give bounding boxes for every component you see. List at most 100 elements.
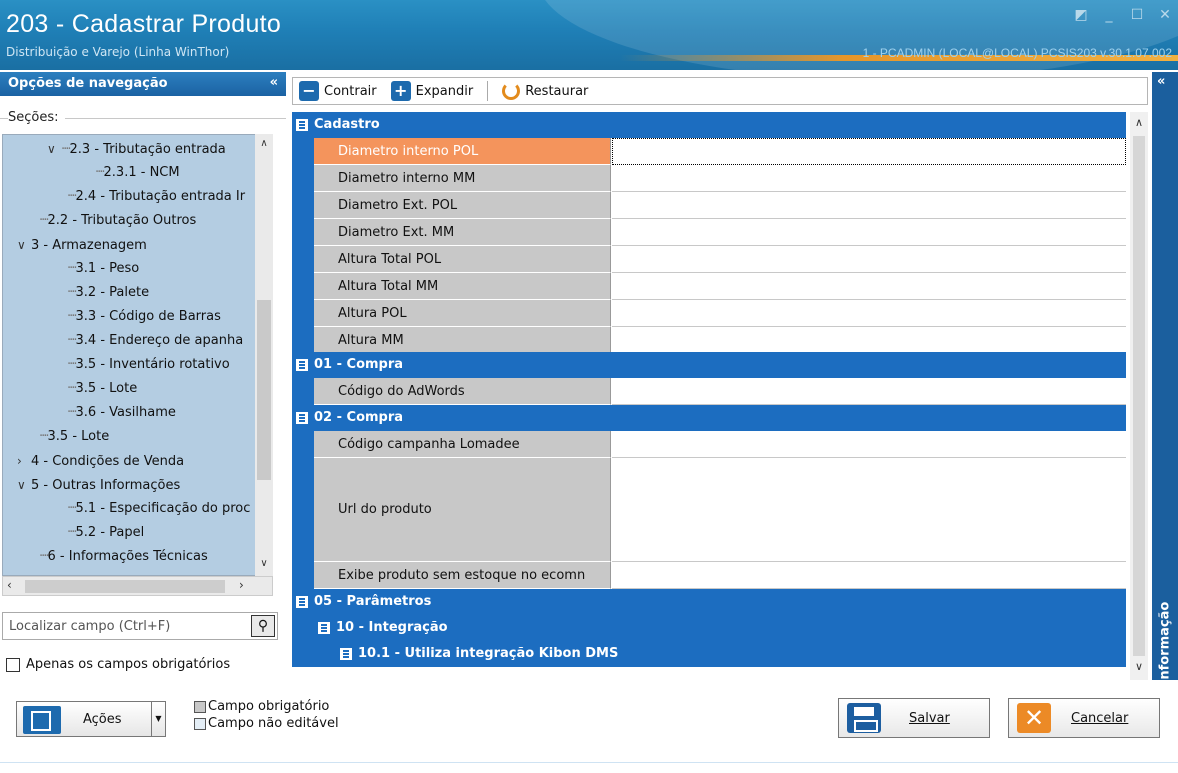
tree-horizontal-scrollbar[interactable]: ‹ › — [2, 576, 273, 596]
collapse-category-icon[interactable] — [296, 596, 308, 608]
scroll-up-icon[interactable]: ∧ — [255, 138, 273, 149]
property-row[interactable]: Url do produto — [292, 458, 1126, 562]
tree-item-label: 4 - Condições de Venda — [31, 454, 185, 469]
cancel-button[interactable]: ✕ Cancelar — [1008, 698, 1160, 738]
tree-item[interactable]: ····2.2 - Tributação Outros — [39, 209, 196, 233]
scroll-left-icon[interactable]: ‹ — [7, 578, 12, 592]
tree-item[interactable]: ····3.6 - Vasilhame — [67, 401, 176, 425]
tree-connector: ···· — [67, 405, 77, 420]
tree-scroll-thumb[interactable] — [257, 300, 271, 480]
property-row[interactable]: Diametro Ext. MM — [292, 219, 1126, 246]
collapse-category-icon[interactable] — [340, 648, 352, 660]
chevron-right-icon[interactable]: › — [17, 449, 31, 473]
tree-item[interactable]: ∨ 3 - Armazenagem — [17, 233, 147, 257]
sections-tree[interactable]: ∨ ····2.3 - Tributação entrada ····2.3.1 -… — [2, 134, 272, 576]
property-label: Altura POL — [314, 300, 611, 327]
property-row[interactable]: Código do AdWords — [292, 378, 1126, 405]
property-value-input[interactable] — [612, 300, 1126, 327]
chevron-down-icon[interactable]: ∨ — [47, 137, 61, 161]
scroll-right-icon[interactable]: › — [239, 578, 244, 592]
chevron-down-icon[interactable]: ∨ — [17, 473, 31, 497]
tree-item[interactable]: ····3.4 - Endereço de apanha — [67, 329, 243, 353]
collapse-category-icon[interactable] — [296, 119, 308, 131]
property-row[interactable]: Altura MM — [292, 327, 1126, 354]
grid-scroll-up-icon[interactable]: ∧ — [1130, 116, 1148, 129]
grid-category[interactable]: 10 - Integração — [292, 615, 1126, 641]
property-value-input[interactable] — [612, 562, 1126, 589]
property-value-input[interactable] — [612, 458, 1126, 562]
grid-category[interactable]: Cadastro — [292, 112, 1126, 138]
property-value-input[interactable] — [612, 327, 1126, 354]
tree-connector: ···· — [67, 501, 77, 516]
tree-connector: ···· — [67, 261, 77, 276]
tree-vertical-scrollbar[interactable]: ∧ ∨ — [255, 134, 273, 576]
property-value-input[interactable] — [612, 378, 1126, 405]
grid-category[interactable]: 05 - Parâmetros — [292, 589, 1126, 615]
actions-button[interactable]: Ações ▼ — [16, 701, 166, 737]
save-button[interactable]: Salvar — [838, 698, 990, 738]
actions-dropdown-icon[interactable]: ▼ — [151, 702, 165, 736]
plus-icon: + — [390, 81, 411, 101]
property-grid[interactable]: Cadastro Diametro interno POL Diametro int… — [292, 112, 1126, 680]
only-required-checkbox-row[interactable]: Apenas os campos obrigatórios — [6, 657, 230, 672]
only-required-checkbox[interactable] — [6, 657, 20, 672]
grid-category[interactable]: 10.1 - Utiliza integração Kibon DMS — [292, 641, 1126, 667]
property-value-input[interactable] — [612, 246, 1126, 273]
property-value-input[interactable] — [612, 165, 1126, 192]
minimize-icon[interactable]: _ — [1102, 8, 1116, 22]
expand-button[interactable]: + Expandir — [390, 81, 473, 101]
tree-item[interactable]: ····2.4 - Tributação entrada Ir — [67, 185, 245, 209]
maximize-icon[interactable]: ☐ — [1130, 8, 1144, 22]
property-row[interactable]: Altura Total MM — [292, 273, 1126, 300]
tree-item[interactable]: ····5.1 - Especificação do proc — [67, 497, 250, 521]
expand-info-icon[interactable]: « — [1157, 74, 1165, 89]
grid-category[interactable]: 02 - Compra — [292, 405, 1126, 431]
property-value-input[interactable] — [612, 138, 1126, 165]
grid-category[interactable]: 01 - Compra — [292, 352, 1126, 378]
tree-item[interactable]: ····3.5 - Lote — [67, 377, 137, 401]
tree-hscroll-thumb[interactable] — [25, 580, 225, 593]
tree-item[interactable]: ····5.2 - Papel — [67, 521, 144, 545]
grid-scroll-down-icon[interactable]: ∨ — [1130, 660, 1148, 673]
tree-item[interactable]: ····2.3.1 - NCM — [95, 161, 180, 185]
property-value-input[interactable] — [612, 431, 1126, 458]
close-icon[interactable]: ✕ — [1158, 8, 1172, 22]
tree-item[interactable]: ∨ ····2.3 - Tributação entrada — [47, 137, 226, 161]
property-row[interactable]: Diametro interno MM — [292, 165, 1126, 192]
window-controls: ◩ _ ☐ ✕ — [1074, 8, 1172, 22]
property-value-input[interactable] — [612, 273, 1126, 300]
tree-item[interactable]: › 4 - Condições de Venda — [17, 449, 184, 473]
collapse-category-icon[interactable] — [318, 622, 330, 634]
property-row[interactable]: Altura POL — [292, 300, 1126, 327]
collapse-button[interactable]: − Contrair — [299, 81, 377, 101]
toolbar-separator — [487, 81, 489, 101]
tree-item[interactable]: ····3.2 - Palete — [67, 281, 149, 305]
scroll-down-icon[interactable]: ∨ — [255, 558, 273, 569]
tree-item-label: 5 - Outras Informações — [31, 478, 181, 493]
property-value-input[interactable] — [612, 219, 1126, 246]
restore-window-icon[interactable]: ◩ — [1074, 8, 1088, 22]
tree-item[interactable]: ····3.5 - Lote — [39, 425, 109, 449]
collapse-category-icon[interactable] — [296, 412, 308, 424]
tree-item[interactable]: ····3.3 - Código de Barras — [67, 305, 221, 329]
property-row[interactable]: Exibe produto sem estoque no ecomn — [292, 562, 1126, 589]
tree-item[interactable]: ····6 - Informações Técnicas — [39, 545, 208, 569]
collapse-category-icon[interactable] — [296, 359, 308, 371]
property-row[interactable]: Altura Total POL — [292, 246, 1126, 273]
field-search-input[interactable]: Localizar campo (Ctrl+F) ⚲ — [2, 612, 278, 640]
tree-item[interactable]: ∨ 5 - Outras Informações — [17, 473, 180, 497]
tree-item[interactable]: ····3.1 - Peso — [67, 257, 139, 281]
grid-scroll-thumb[interactable] — [1133, 136, 1145, 656]
chevron-down-icon[interactable]: ∨ — [17, 233, 31, 257]
property-row[interactable]: Código campanha Lomadee — [292, 431, 1126, 458]
property-row[interactable]: Diametro Ext. POL — [292, 192, 1126, 219]
property-value-input[interactable] — [612, 192, 1126, 219]
collapse-nav-icon[interactable]: « — [270, 75, 278, 90]
restore-button[interactable]: Restaurar — [502, 82, 588, 100]
property-label: Altura Total MM — [314, 273, 611, 300]
property-row[interactable]: Diametro interno POL — [292, 138, 1126, 165]
search-icon[interactable]: ⚲ — [251, 615, 275, 637]
info-side-panel[interactable]: « Informação — [1152, 72, 1178, 685]
grid-vertical-scrollbar[interactable]: ∧ ∨ — [1130, 112, 1148, 680]
tree-item[interactable]: ····3.5 - Inventário rotativo — [67, 353, 230, 377]
